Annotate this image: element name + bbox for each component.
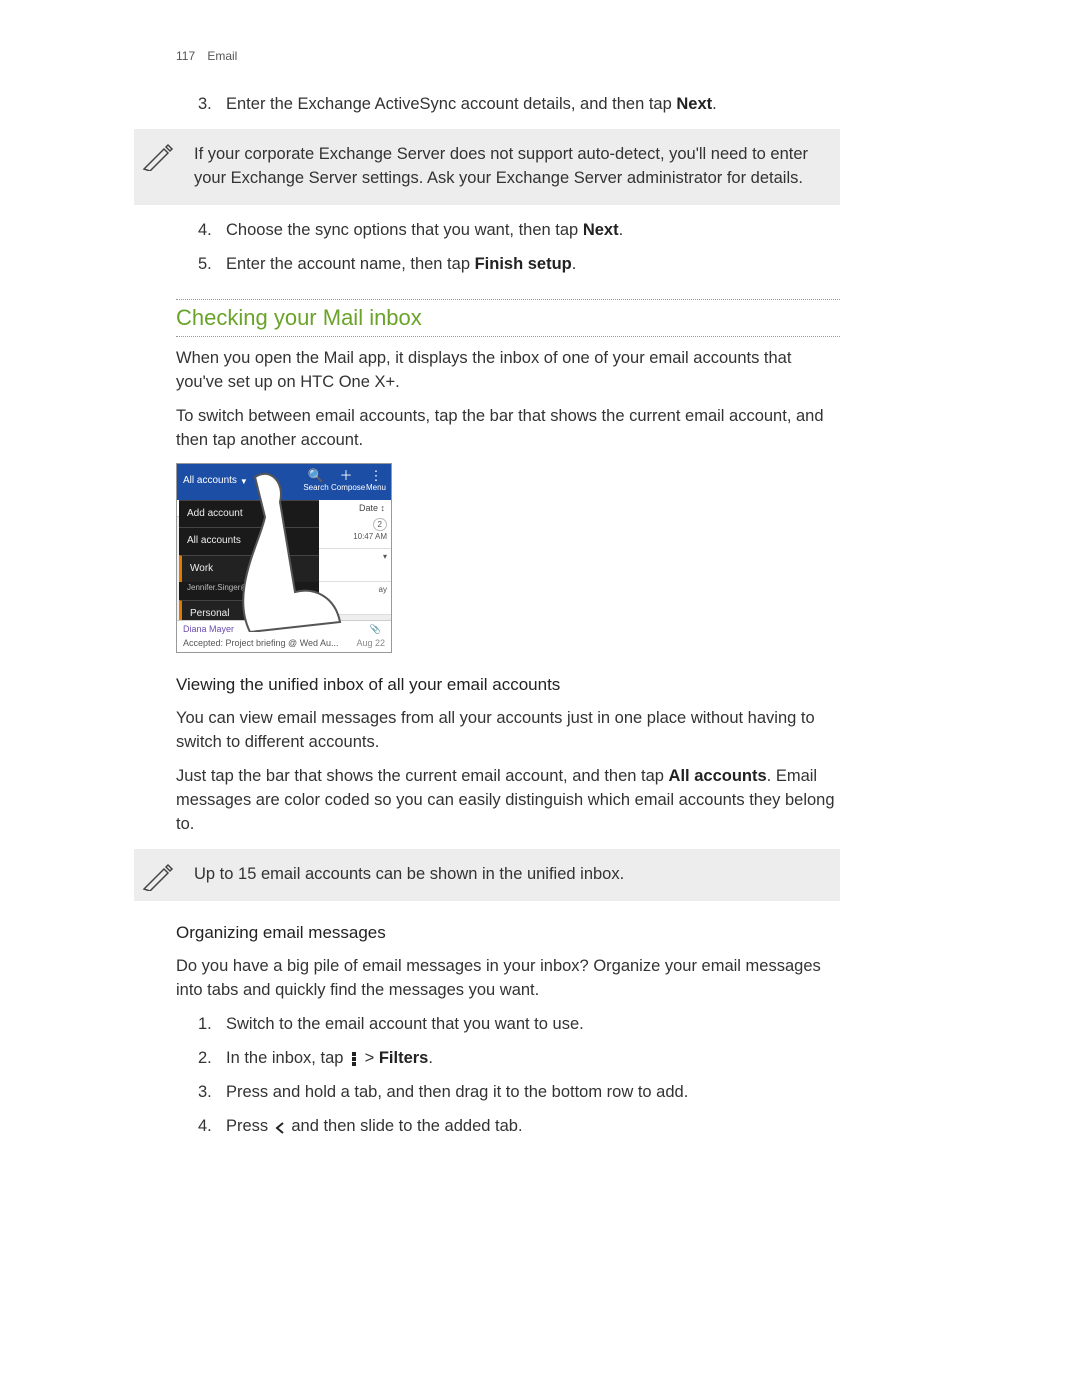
paragraph: Just tap the bar that shows the current … — [176, 765, 840, 837]
org-step-2: 2. In the inbox, tap > Filters. — [198, 1047, 840, 1071]
note-box-2: Up to 15 email accounts can be shown in … — [134, 849, 840, 901]
phone-screenshot: All accounts ▼ 31 🔍Search ＋Compose ⋮Menu… — [176, 463, 392, 653]
subheading: Organizing email messages — [176, 921, 840, 946]
step-text: Enter the account name, then tap Finish … — [226, 253, 840, 277]
page-header: 117 Email — [176, 48, 840, 65]
org-step-4: 4. Press and then slide to the added tab… — [198, 1115, 840, 1139]
subheading: Viewing the unified inbox of all your em… — [176, 673, 840, 698]
step-number: 2. — [198, 1047, 226, 1071]
step-number: 5. — [198, 253, 226, 277]
menu-icon: ⋮Menu — [361, 470, 391, 494]
overflow-menu-icon — [348, 1051, 360, 1065]
step-number: 1. — [198, 1013, 226, 1037]
step-text: Choose the sync options that you want, t… — [226, 219, 840, 243]
step-number: 3. — [198, 93, 226, 117]
step-3: 3. Enter the Exchange ActiveSync account… — [198, 93, 840, 117]
step-text: In the inbox, tap > Filters. — [226, 1047, 840, 1071]
step-4: 4. Choose the sync options that you want… — [198, 219, 840, 243]
page-number: 117 — [176, 48, 204, 65]
back-chevron-icon — [273, 1119, 287, 1133]
step-5: 5. Enter the account name, then tap Fini… — [198, 253, 840, 277]
steps-top: 3. Enter the Exchange ActiveSync account… — [198, 93, 840, 117]
paragraph: You can view email messages from all you… — [176, 707, 840, 755]
step-number: 4. — [198, 1115, 226, 1139]
hand-pointer-icon — [235, 472, 355, 632]
manual-page: 117 Email 3. Enter the Exchange ActiveSy… — [0, 0, 1080, 1397]
step-text: Press and then slide to the added tab. — [226, 1115, 840, 1139]
step-text: Enter the Exchange ActiveSync account de… — [226, 93, 840, 117]
note-text: Up to 15 email accounts can be shown in … — [194, 865, 624, 883]
paragraph: To switch between email accounts, tap th… — [176, 405, 840, 453]
header-section: Email — [207, 49, 237, 63]
step-text: Press and hold a tab, and then drag it t… — [226, 1081, 840, 1105]
step-number: 3. — [198, 1081, 226, 1105]
paperclip-icon: 📎 — [370, 623, 381, 636]
org-step-3: 3. Press and hold a tab, and then drag i… — [198, 1081, 840, 1105]
note-box-1: If your corporate Exchange Server does n… — [134, 129, 840, 205]
section-heading: Checking your Mail inbox — [176, 299, 840, 337]
pencil-icon — [142, 859, 174, 891]
note-text: If your corporate Exchange Server does n… — [194, 145, 808, 187]
organize-steps: 1. Switch to the email account that you … — [198, 1013, 840, 1139]
step-text: Switch to the email account that you wan… — [226, 1013, 840, 1037]
pencil-icon — [142, 139, 174, 171]
steps-top-cont: 4. Choose the sync options that you want… — [198, 219, 840, 277]
org-step-1: 1. Switch to the email account that you … — [198, 1013, 840, 1037]
paragraph: When you open the Mail app, it displays … — [176, 347, 840, 395]
step-number: 4. — [198, 219, 226, 243]
paragraph: Do you have a big pile of email messages… — [176, 955, 840, 1003]
